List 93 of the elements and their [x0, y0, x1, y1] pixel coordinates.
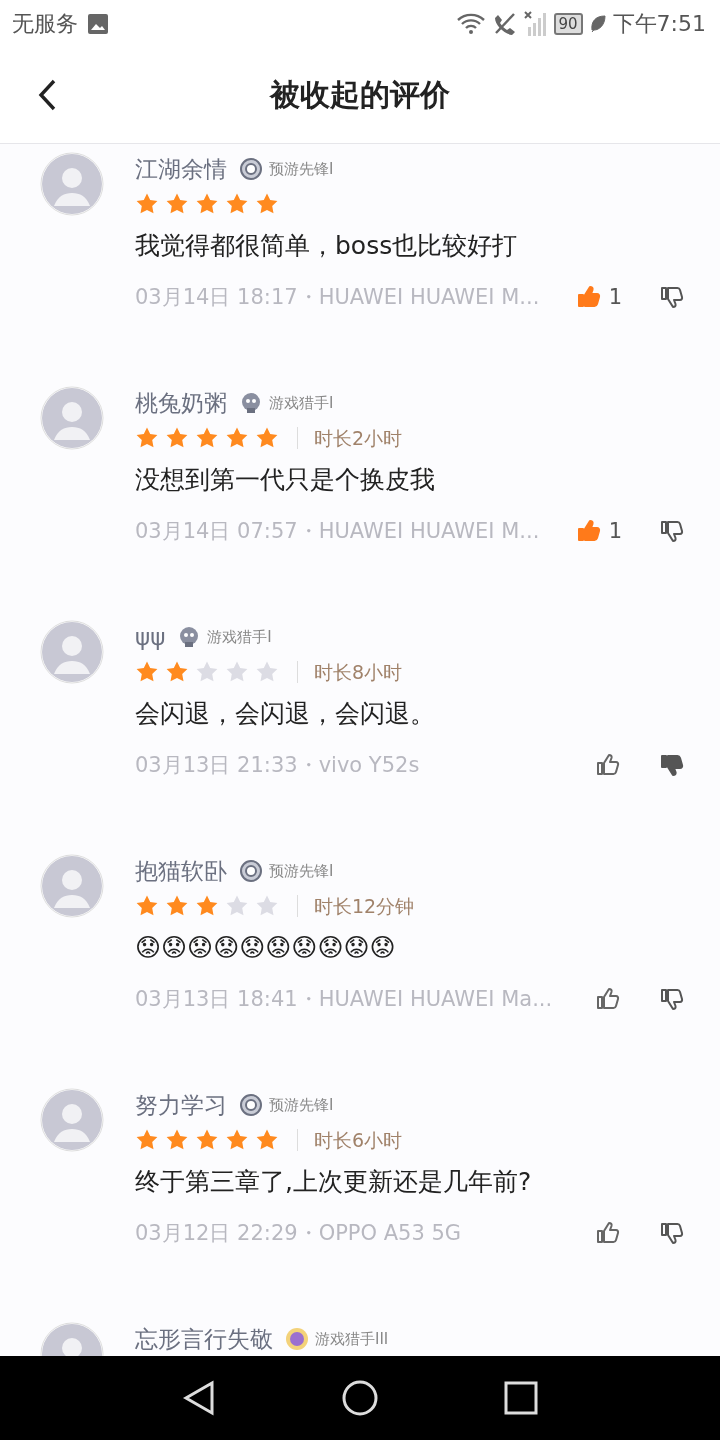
- star-icon: [195, 426, 219, 450]
- star-icon: [165, 426, 189, 450]
- thumbs-up-icon: [594, 1220, 622, 1246]
- star-icon: [225, 660, 249, 684]
- avatar: [40, 854, 104, 918]
- leaf-icon: [588, 14, 607, 34]
- user-name[interactable]: ψψ: [135, 624, 166, 650]
- review-text: 😟😟😟😟😟😟😟😟😟😟: [135, 932, 397, 964]
- star-icon: [255, 1128, 279, 1152]
- star-icon: [195, 1128, 219, 1152]
- badge-icon: [239, 859, 263, 883]
- star-icon: [165, 894, 189, 918]
- clock-text: 下午7:51: [612, 10, 706, 38]
- signal-icon: [523, 11, 548, 37]
- avatar: [40, 620, 104, 684]
- thumbs-down-icon: [658, 518, 686, 544]
- badge-text: 游戏猎手I: [207, 627, 272, 647]
- image-icon: [86, 12, 110, 36]
- star-icon: [135, 894, 159, 918]
- star-icon: [225, 192, 249, 216]
- badge-icon: [285, 1327, 309, 1351]
- badge-text: 预游先锋I: [269, 861, 334, 881]
- wifi-icon: [455, 12, 486, 36]
- playtime-text: 时长2小时: [297, 427, 403, 449]
- review-meta: 03月13日 18:41・HUAWEI HUAWEI Ma...: [135, 986, 554, 1013]
- review-meta: 03月12日 22:29・OPPO A53 5G: [135, 1220, 463, 1247]
- star-icon: [225, 894, 249, 918]
- review-text: 会闪退，会闪退，会闪退。: [135, 698, 436, 730]
- badge-text: 游戏猎手III: [315, 1329, 389, 1349]
- avatar: [40, 1088, 104, 1152]
- like-button[interactable]: [594, 986, 622, 1012]
- like-button[interactable]: [594, 1220, 622, 1246]
- review-meta: 03月14日 07:57・HUAWEI HUAWEI M...: [135, 518, 541, 545]
- star-icon: [135, 192, 159, 216]
- thumbs-up-icon: [594, 752, 622, 778]
- star-icon: [195, 894, 219, 918]
- back-icon[interactable]: [36, 78, 58, 112]
- user-name[interactable]: 江湖余情: [135, 153, 227, 185]
- home-icon[interactable]: [341, 1379, 379, 1417]
- dislike-button[interactable]: [658, 752, 686, 778]
- badge-text: 游戏猎手I: [269, 393, 334, 413]
- star-icon: [255, 426, 279, 450]
- user-name[interactable]: 忘形言行失敬: [135, 1323, 273, 1355]
- avatar: [40, 386, 104, 450]
- badge-text: 预游先锋I: [269, 1095, 334, 1115]
- playtime-text: 时长6小时: [297, 1129, 403, 1151]
- thumbs-down-icon: [658, 752, 686, 778]
- user-name[interactable]: 抱猫软卧: [135, 855, 227, 887]
- user-name[interactable]: 桃兔奶粥: [135, 387, 227, 419]
- user-name[interactable]: 努力学习: [135, 1089, 227, 1121]
- review-text: 我觉得都很简单，boss也比较好打: [135, 230, 519, 262]
- like-button[interactable]: [594, 752, 622, 778]
- badge-icon: [239, 157, 263, 181]
- star-icon: [255, 894, 279, 918]
- review-text: 终于第三章了,上次更新还是几年前?: [135, 1166, 533, 1198]
- back-icon[interactable]: [182, 1380, 217, 1416]
- badge-icon: [239, 1093, 263, 1117]
- star-icon: [135, 1128, 159, 1152]
- playtime-text: 时长12分钟: [297, 895, 415, 917]
- page-title: 被收起的评价: [270, 76, 450, 114]
- thumbs-down-icon: [658, 284, 686, 310]
- like-button[interactable]: 1: [574, 284, 622, 310]
- badge-icon: [239, 391, 263, 415]
- thumbs-down-icon: [658, 986, 686, 1012]
- avatar: [40, 152, 104, 216]
- playtime-text: 时长8小时: [297, 661, 403, 683]
- thumbs-up-icon: [594, 986, 622, 1012]
- battery-text: 90: [558, 15, 578, 33]
- recents-icon[interactable]: [503, 1381, 538, 1415]
- dislike-button[interactable]: [658, 518, 686, 544]
- star-icon: [165, 1128, 189, 1152]
- review-meta: 03月14日 18:17・HUAWEI HUAWEI M...: [135, 284, 541, 311]
- like-count: 1: [608, 519, 622, 543]
- star-icon: [195, 192, 219, 216]
- star-icon: [195, 660, 219, 684]
- dislike-button[interactable]: [658, 986, 686, 1012]
- like-count: 1: [608, 285, 622, 309]
- review-text: 没想到第一代只是个换皮我: [135, 464, 436, 496]
- star-icon: [135, 660, 159, 684]
- review-meta: 03月13日 21:33・vivo Y52s: [135, 752, 421, 779]
- dislike-button[interactable]: [658, 284, 686, 310]
- star-icon: [165, 660, 189, 684]
- star-icon: [225, 1128, 249, 1152]
- dislike-button[interactable]: [658, 1220, 686, 1246]
- star-icon: [255, 192, 279, 216]
- star-icon: [165, 192, 189, 216]
- star-icon: [135, 426, 159, 450]
- carrier-text: 无服务: [12, 10, 78, 38]
- star-icon: [225, 426, 249, 450]
- badge-text: 预游先锋I: [269, 159, 334, 179]
- star-icon: [255, 660, 279, 684]
- thumbs-down-icon: [658, 1220, 686, 1246]
- like-button[interactable]: 1: [574, 518, 622, 544]
